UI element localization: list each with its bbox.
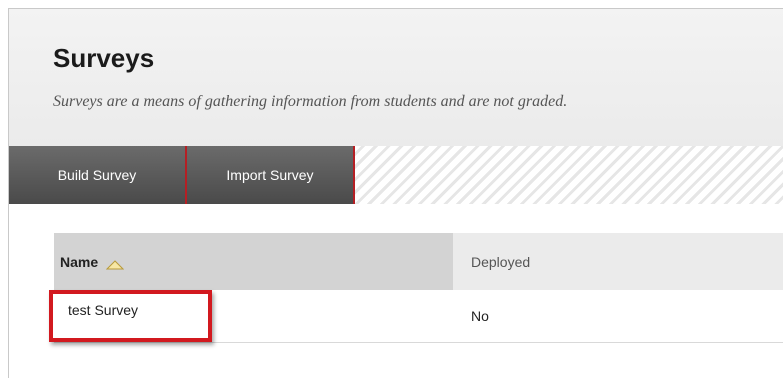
page-subtitle: Surveys are a means of gathering informa… — [53, 93, 568, 110]
surveys-table: Name Deployed test Survey No — [49, 233, 783, 343]
content-frame: Surveys Surveys are a means of gathering… — [8, 8, 783, 378]
column-header-name[interactable]: Name — [54, 233, 453, 290]
table-row: test Survey No — [49, 290, 783, 343]
column-header-name-label: Name — [60, 253, 99, 270]
build-survey-button[interactable]: Build Survey — [9, 146, 187, 204]
deployed-status: No — [471, 308, 489, 324]
import-survey-button[interactable]: Import Survey — [187, 146, 355, 204]
action-bar: Build Survey Import Survey — [9, 146, 783, 204]
page-title: Surveys — [53, 43, 155, 73]
survey-name-link[interactable]: test Survey — [54, 290, 214, 330]
table-header-row: Name Deployed — [54, 233, 783, 290]
page-header: Surveys Surveys are a means of gathering… — [9, 9, 783, 147]
column-header-deployed[interactable]: Deployed — [453, 233, 530, 290]
sort-ascending-icon — [105, 257, 125, 269]
